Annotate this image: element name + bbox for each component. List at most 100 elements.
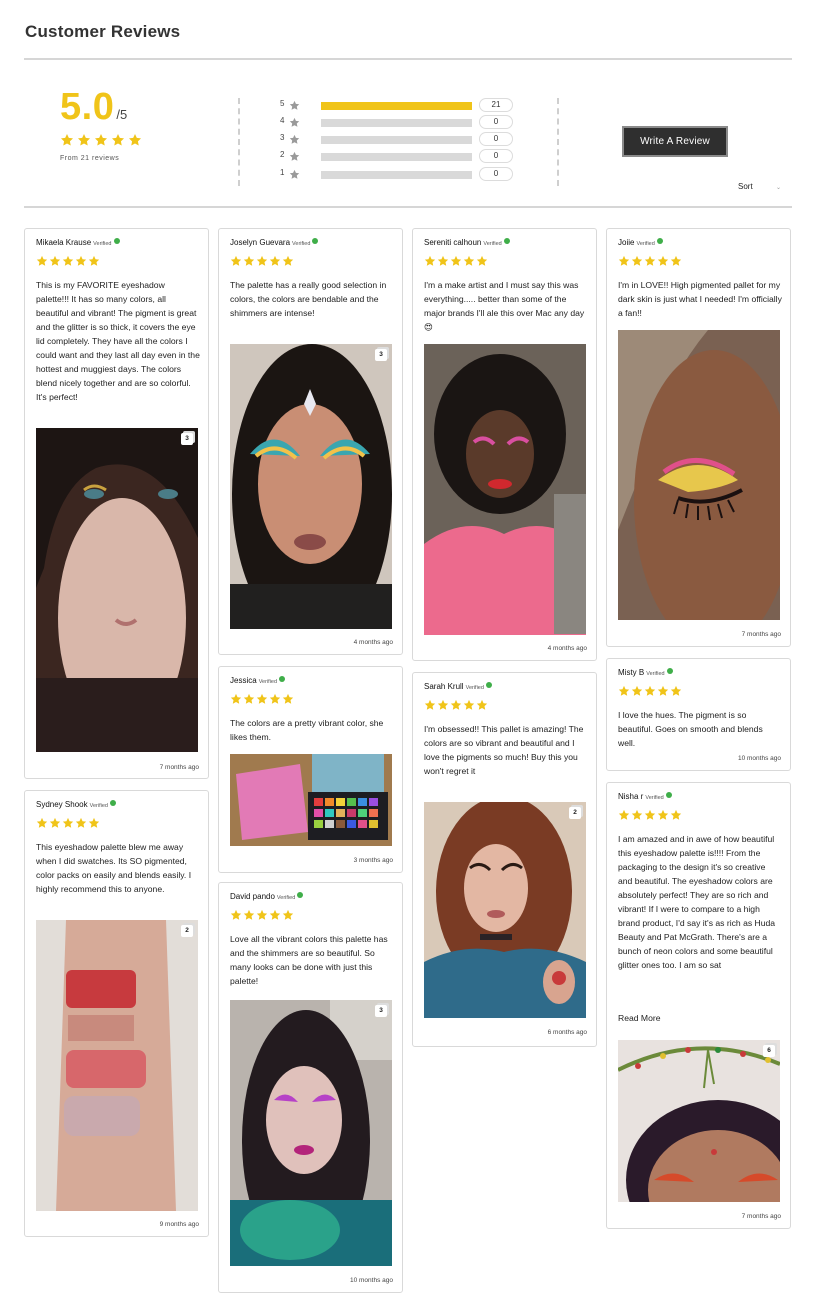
star-icon [243, 255, 255, 267]
review-card: Joselyn Guevara Verified The palette has … [218, 228, 403, 655]
star-icon [644, 685, 656, 697]
star-icon [36, 255, 48, 267]
review-text: I'm in LOVE!! High pigmented pallet for … [618, 280, 782, 318]
header-divider [24, 58, 792, 60]
verified-check-icon [113, 238, 120, 244]
write-review-button[interactable]: Write A Review [622, 126, 728, 157]
rating-bar-row[interactable]: 4 0 [280, 115, 520, 129]
review-text: I am amazed and in awe of how beautiful … [618, 834, 776, 970]
review-card: Sydney Shook Verified This eyeshadow pale… [24, 790, 209, 1237]
review-date: 9 months ago [159, 1221, 199, 1228]
review-stars [618, 809, 682, 821]
rating-bar-track [321, 153, 472, 161]
reviewer-name: Sydney Shook [36, 800, 88, 809]
verified-label: Verified [258, 679, 278, 685]
review-date: 7 months ago [159, 764, 199, 771]
average-stars [60, 133, 142, 147]
star-icon [243, 693, 255, 705]
verified-check-icon [503, 238, 510, 244]
star-icon [128, 133, 142, 147]
verified-check-icon [279, 676, 286, 682]
chevron-down-icon[interactable]: ⌄ [776, 184, 781, 191]
review-photo[interactable]: 2 [424, 802, 586, 1018]
reviewer-name: Sarah Krull [424, 682, 464, 691]
review-date: 3 months ago [353, 857, 393, 864]
star-icon [289, 134, 300, 145]
review-card: Sereniti calhoun Verified I'm a make arti… [412, 228, 597, 661]
verified-label: Verified [276, 895, 296, 901]
review-photo[interactable]: 2 [36, 920, 198, 1211]
reviewer-name: Mikaela Krause [36, 238, 92, 247]
review-card: Mikaela Krause Verified This is my FAVORI… [24, 228, 209, 779]
photo-count-badge: 3 [375, 1005, 387, 1017]
verified-label: Verified [93, 241, 112, 247]
review-date: 10 months ago [737, 755, 781, 762]
star-icon [450, 255, 462, 267]
review-date: 10 months ago [349, 1277, 393, 1284]
star-icon [631, 255, 643, 267]
star-icon [437, 255, 449, 267]
star-icon [77, 133, 91, 147]
photo-count-badge: 6 [763, 1045, 775, 1057]
rating-bar-row[interactable]: 3 0 [280, 132, 520, 146]
rating-bar-row[interactable]: 5 21 [280, 98, 520, 112]
verified-label: Verified [89, 803, 108, 809]
star-icon [256, 909, 268, 921]
star-icon [476, 255, 488, 267]
star-icon [657, 809, 669, 821]
review-text: This eyeshadow palette blew me away when… [36, 842, 192, 894]
star-icon [230, 693, 242, 705]
star-icon [230, 909, 242, 921]
review-photo[interactable] [618, 330, 780, 620]
summary-bottom-divider [24, 206, 792, 208]
rating-bar-row[interactable]: 1 0 [280, 167, 520, 181]
review-date: 4 months ago [353, 639, 393, 646]
review-photo[interactable] [230, 754, 392, 846]
review-stars [230, 909, 294, 921]
rating-bar-label: 3 [280, 133, 285, 142]
rating-bar-row[interactable]: 2 0 [280, 149, 520, 163]
star-icon [631, 685, 643, 697]
review-photo[interactable] [424, 344, 586, 635]
star-icon [618, 685, 630, 697]
star-icon [256, 255, 268, 267]
reviewer-name: Jessica [230, 676, 257, 685]
review-text: The colors are a pretty vibrant color, s… [230, 718, 384, 742]
review-card: Misty B Verified I love the hues. The pig… [606, 658, 791, 771]
review-photo[interactable]: 3 [230, 344, 392, 629]
verified-check-icon [109, 800, 116, 806]
star-icon [269, 693, 281, 705]
verified-check-icon [656, 238, 663, 244]
star-icon [657, 255, 669, 267]
review-stars [36, 255, 100, 267]
rating-bar-label: 1 [280, 168, 285, 177]
summary-divider [557, 98, 559, 186]
star-icon [424, 255, 436, 267]
star-icon [289, 151, 300, 162]
star-icon [60, 133, 74, 147]
star-icon [230, 255, 242, 267]
star-icon [282, 693, 294, 705]
sort-dropdown[interactable]: Sort [738, 182, 753, 191]
rating-bar-label: 5 [280, 99, 285, 108]
review-card: Joiie Verified I'm in LOVE!! High pigment… [606, 228, 791, 647]
average-rating-value: 5.0 [60, 86, 115, 128]
review-card: David pando Verified Love all the vibrant… [218, 882, 403, 1293]
star-icon [88, 255, 100, 267]
reviewer-name: David pando [230, 892, 275, 901]
star-icon [256, 693, 268, 705]
rating-bar-fill [321, 102, 472, 110]
verified-label: Verified [465, 685, 484, 691]
read-more-link[interactable]: Read More [618, 1013, 661, 1023]
review-photo[interactable]: 6 [618, 1040, 780, 1202]
verified-label: Verified [483, 241, 502, 247]
review-text: I'm obsessed!! This pallet is amazing! T… [424, 724, 584, 776]
review-photo[interactable]: 3 [36, 428, 198, 752]
star-icon [450, 699, 462, 711]
verified-check-icon [666, 668, 673, 674]
review-photo[interactable]: 3 [230, 1000, 392, 1266]
star-icon [670, 255, 682, 267]
star-icon [670, 809, 682, 821]
verified-label: Verified [636, 241, 655, 247]
star-icon [111, 133, 125, 147]
